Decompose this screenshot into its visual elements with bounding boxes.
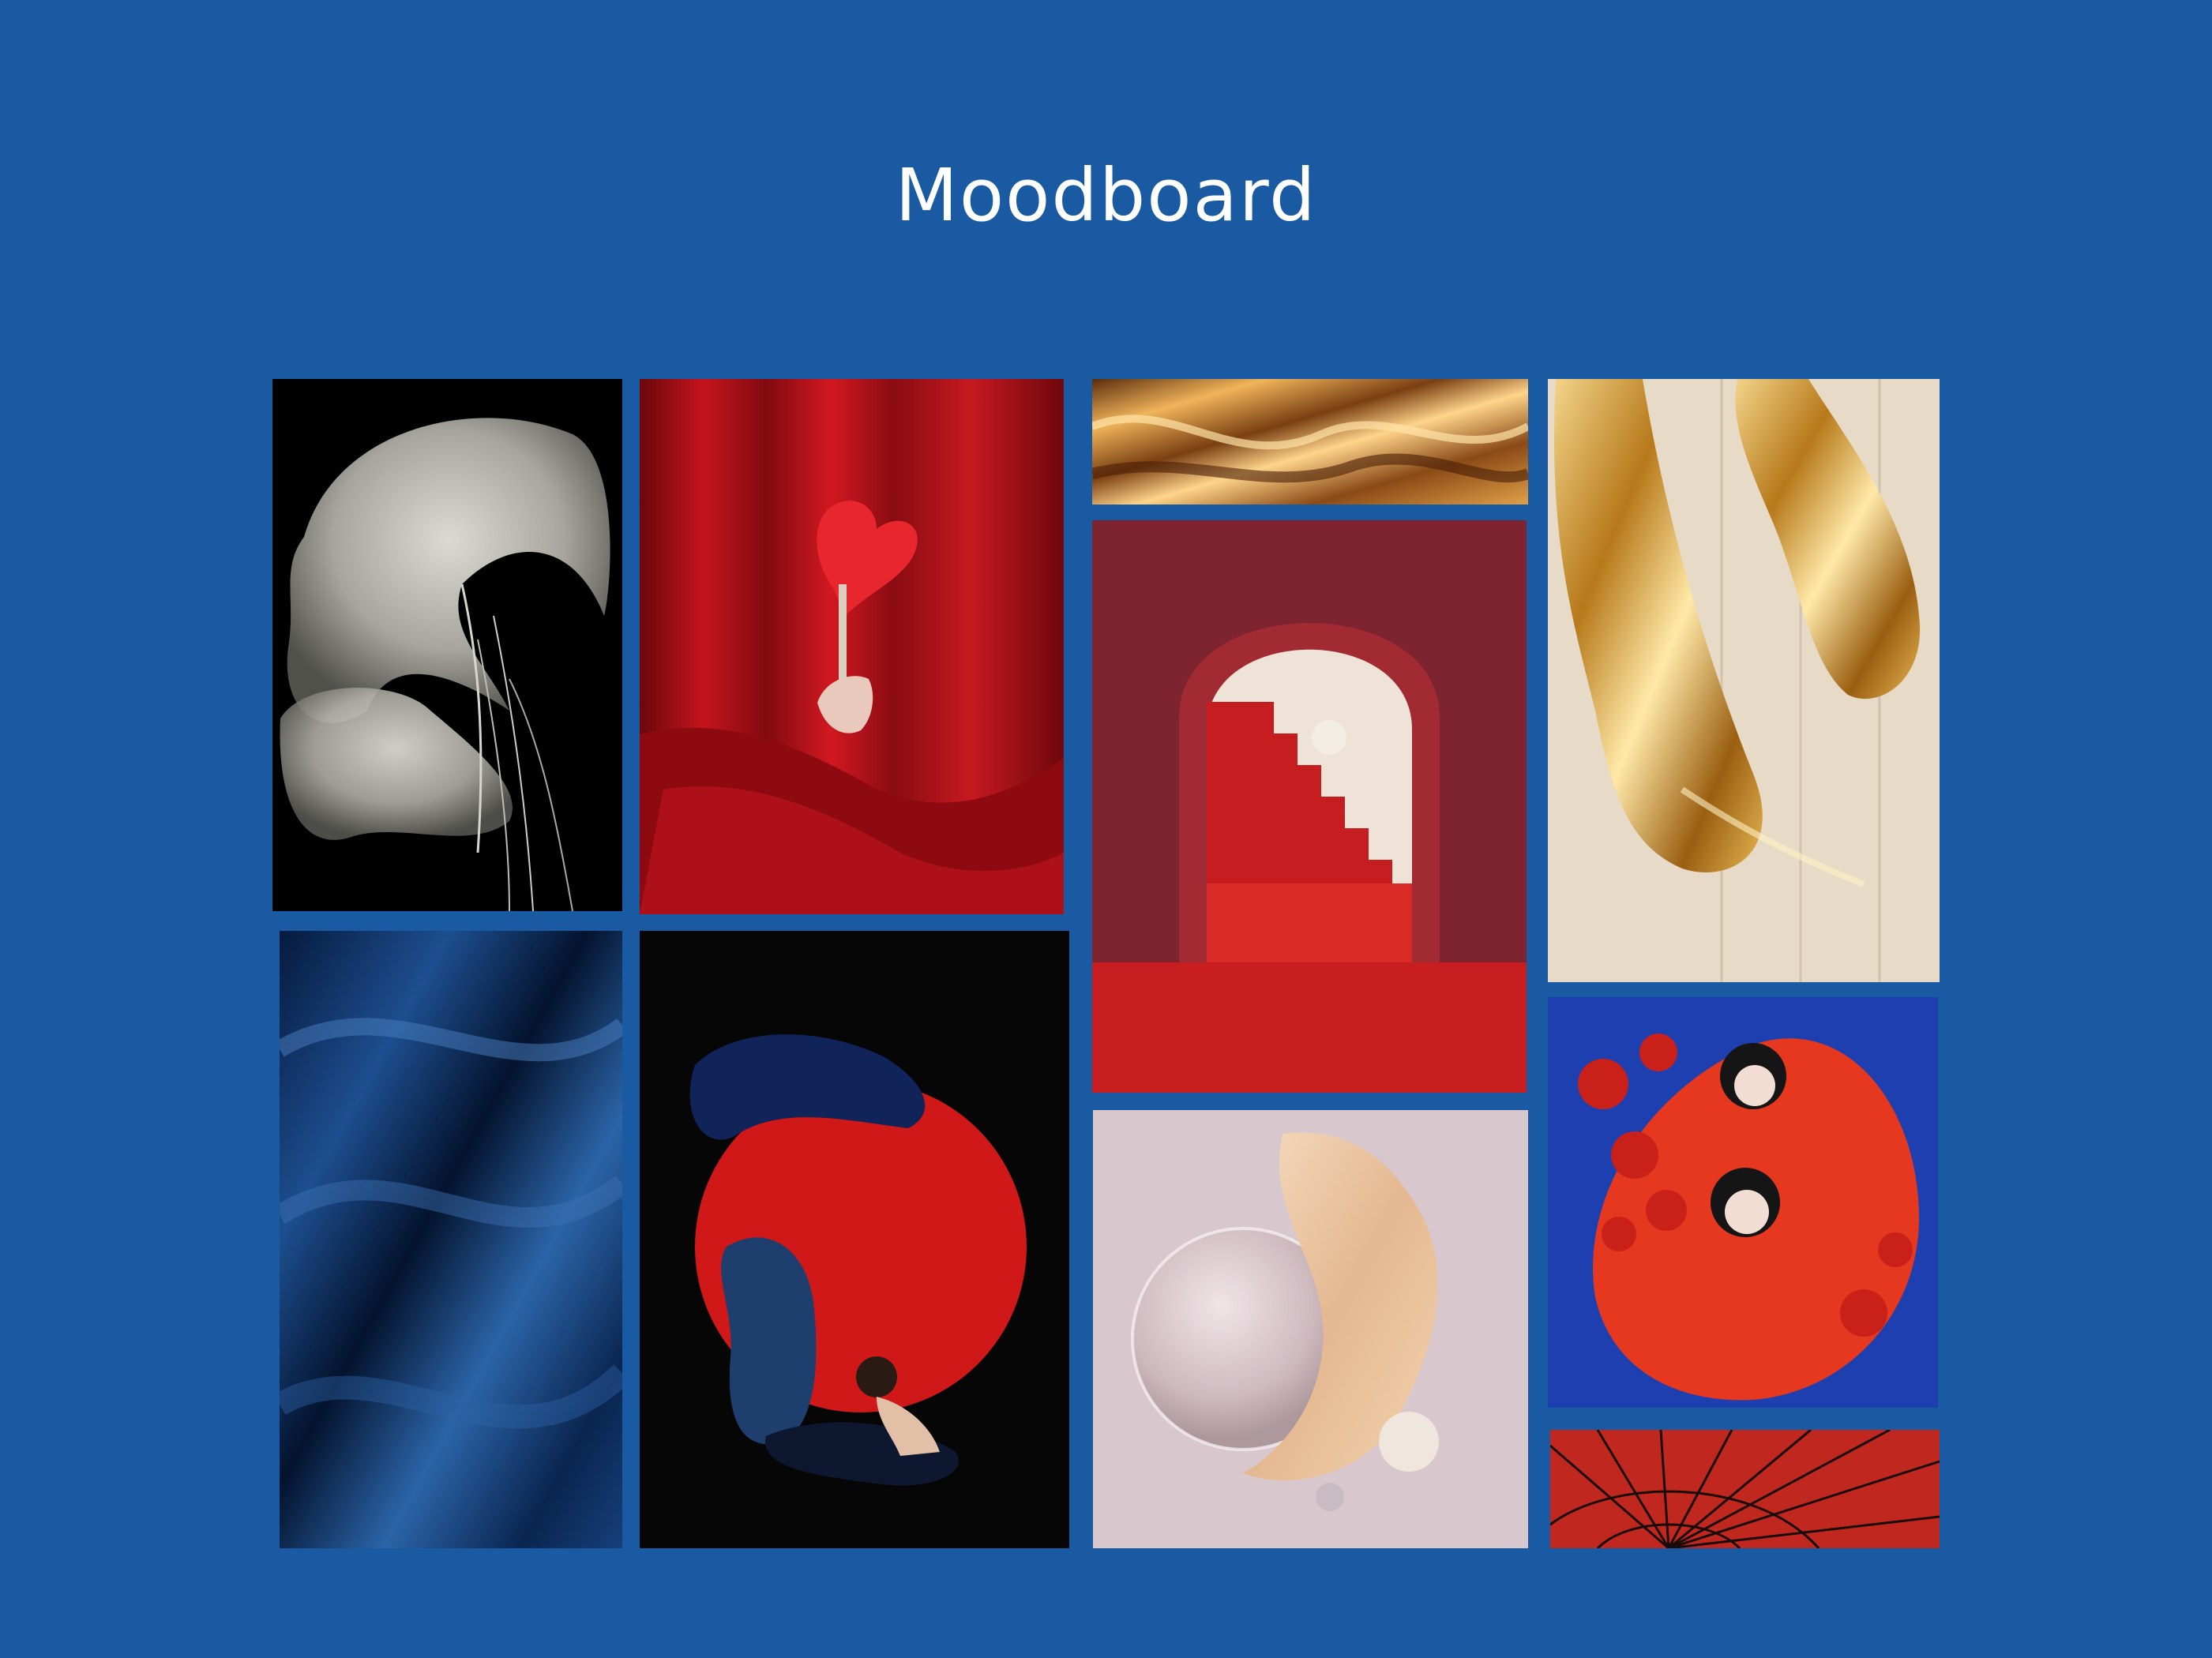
image-red-curtain-anthurium [640,379,1064,914]
image-white-organza-flower [272,379,622,911]
image-glass-sphere-silk [1093,1110,1528,1548]
image-red-circle-figures [640,931,1069,1548]
image-gold-silk-fabric [1092,379,1528,505]
image-red-paper-umbrella [1550,1430,1940,1548]
image-red-flowers-figures [1548,997,1938,1408]
image-blue-satin-fabric [280,931,622,1548]
image-red-arch-staircase [1092,520,1527,1093]
page-title: Moodboard [895,153,1317,238]
image-gold-liquid-shoes [1548,379,1940,982]
moodboard-page: Moodboard [0,0,2212,1658]
